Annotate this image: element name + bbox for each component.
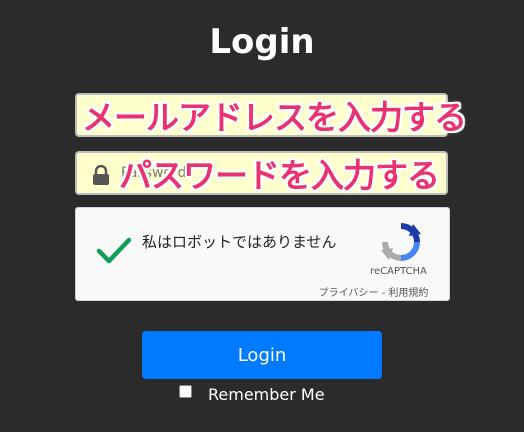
recaptcha-logo-icon: [381, 223, 421, 261]
recaptcha-brand: reCAPTCHA: [370, 266, 427, 277]
terms-link[interactable]: 利用規約: [388, 288, 428, 299]
page-title: Login: [209, 22, 315, 62]
privacy-link[interactable]: プライバシー: [319, 288, 379, 299]
remember-me-checkbox[interactable]: [179, 385, 192, 398]
links-separator: -: [378, 288, 389, 299]
login-button[interactable]: Login: [142, 331, 382, 379]
recaptcha-widget: 私はロボットではありません reCAPTCHA プライバシー - 利用規約: [75, 207, 450, 301]
password-field-container: パスワードを入力する: [75, 151, 448, 195]
checkmark-icon[interactable]: [96, 236, 132, 266]
email-input[interactable]: [77, 95, 446, 135]
recaptcha-label: 私はロボットではありません: [142, 233, 337, 251]
email-field-container: メールアドレスを入力する: [75, 93, 467, 137]
recaptcha-links: プライバシー - 利用規約: [296, 284, 451, 299]
remember-me-label[interactable]: Remember Me: [208, 385, 325, 404]
password-input[interactable]: [77, 153, 446, 193]
